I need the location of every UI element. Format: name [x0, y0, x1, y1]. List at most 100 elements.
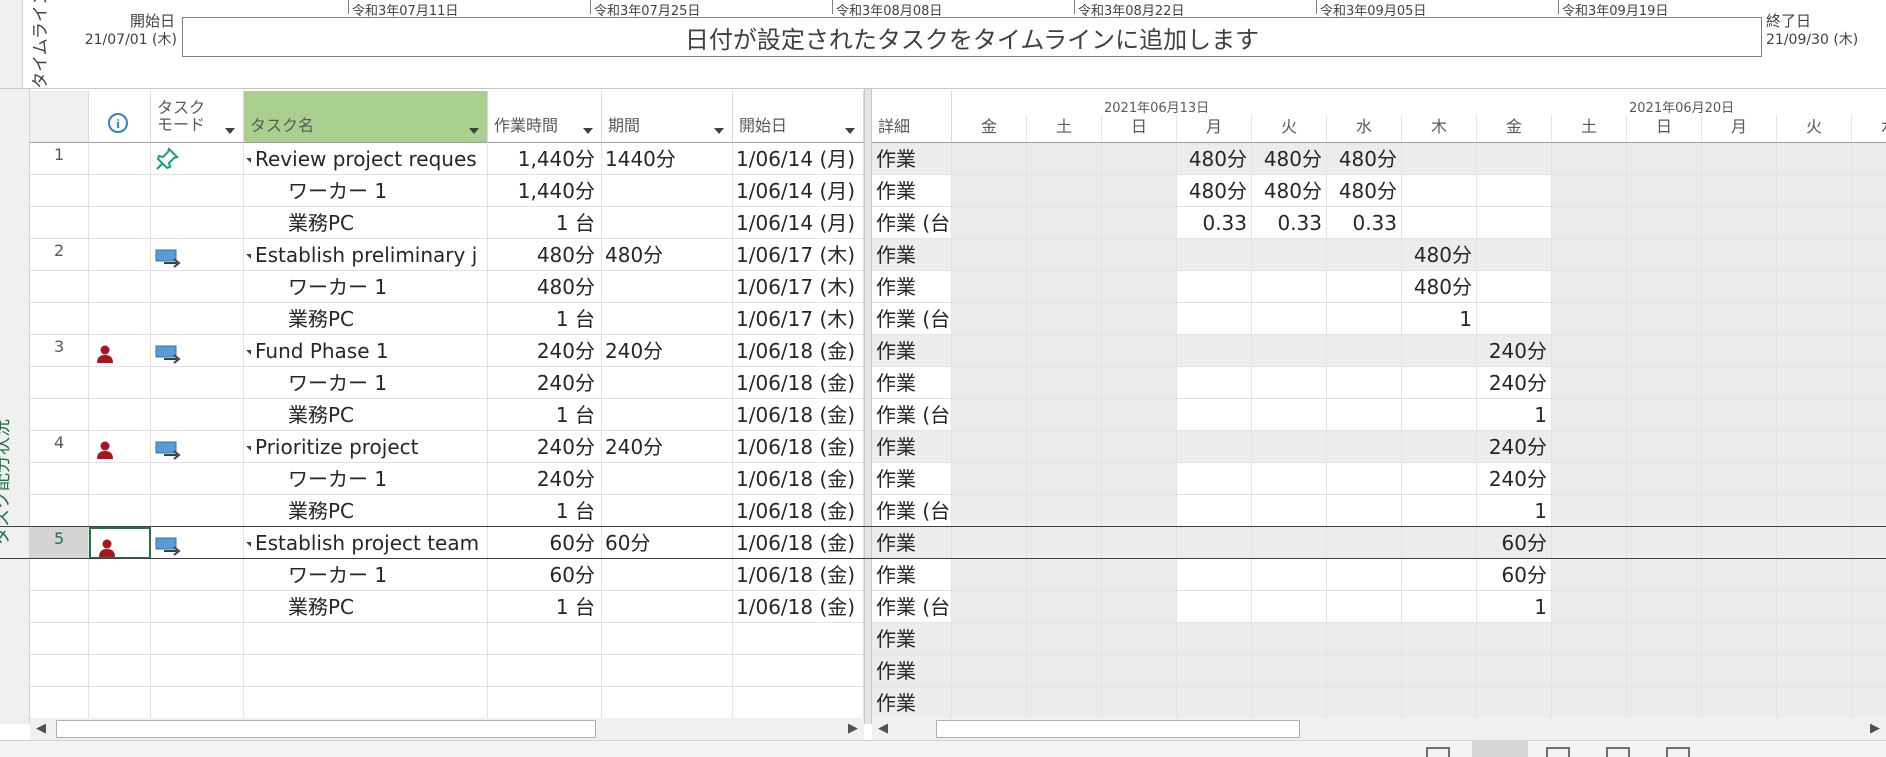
usage-cell[interactable] [1402, 495, 1477, 527]
usage-cell[interactable] [952, 559, 1027, 591]
usage-cell[interactable] [1402, 207, 1477, 239]
usage-cell[interactable] [1552, 143, 1627, 175]
table-row[interactable]: ワーカー 1 60分 1/06/18 (金) 作業 60分 [0, 559, 1886, 591]
usage-cell[interactable] [1552, 175, 1627, 207]
usage-cell[interactable] [1027, 399, 1102, 431]
usage-cell[interactable] [1702, 655, 1777, 687]
start-date-cell[interactable]: 1/06/18 (金) [733, 463, 864, 495]
task-mode-cell[interactable] [151, 495, 244, 527]
task-name-cell[interactable] [244, 623, 488, 655]
usage-cell[interactable] [1252, 687, 1327, 719]
usage-cell[interactable] [1402, 591, 1477, 623]
task-mode-cell[interactable] [151, 303, 244, 335]
table-row[interactable]: 業務PC 1 台 1/06/18 (金) 作業 (台 1 [0, 495, 1886, 527]
usage-cell[interactable] [1402, 399, 1477, 431]
usage-cell[interactable] [952, 431, 1027, 463]
usage-cell[interactable]: 0.33 [1327, 207, 1402, 239]
usage-cell[interactable]: 480分 [1177, 175, 1252, 207]
indicator-cell[interactable] [89, 431, 151, 463]
usage-cell[interactable] [1552, 207, 1627, 239]
usage-cell[interactable] [1177, 655, 1252, 687]
usage-cell[interactable] [1252, 623, 1327, 655]
duration-cell[interactable]: 60分 [602, 527, 733, 559]
usage-cell[interactable] [1777, 399, 1852, 431]
column-header-work[interactable]: 作業時間 [488, 91, 602, 143]
usage-cell[interactable] [1327, 367, 1402, 399]
work-cell[interactable]: 1 台 [488, 591, 602, 623]
usage-cell[interactable] [1102, 399, 1177, 431]
usage-cell[interactable] [1477, 207, 1552, 239]
usage-cell[interactable] [1177, 687, 1252, 719]
usage-cell[interactable] [1252, 527, 1327, 559]
task-name-cell[interactable]: ワーカー 1 [244, 175, 488, 207]
usage-cell[interactable] [952, 271, 1027, 303]
usage-cell[interactable] [1627, 495, 1702, 527]
task-mode-cell[interactable] [151, 623, 244, 655]
usage-cell[interactable] [1852, 175, 1886, 207]
usage-cell[interactable] [1777, 271, 1852, 303]
usage-cell[interactable] [1552, 591, 1627, 623]
usage-cell[interactable] [1177, 271, 1252, 303]
task-mode-cell[interactable] [151, 527, 244, 559]
usage-cell[interactable]: 0.33 [1252, 207, 1327, 239]
usage-cell[interactable] [1402, 623, 1477, 655]
usage-cell[interactable] [1477, 239, 1552, 271]
row-number[interactable] [30, 463, 89, 495]
usage-cell[interactable] [1477, 303, 1552, 335]
task-mode-cell[interactable] [151, 207, 244, 239]
usage-cell[interactable] [1327, 303, 1402, 335]
usage-cell[interactable] [1852, 527, 1886, 559]
task-mode-cell[interactable] [151, 591, 244, 623]
start-date-cell[interactable]: 1/06/18 (金) [733, 367, 864, 399]
usage-cell[interactable]: 60分 [1477, 527, 1552, 559]
start-date-cell[interactable]: 1/06/17 (木) [733, 239, 864, 271]
usage-cell[interactable]: 1 [1477, 495, 1552, 527]
table-row[interactable]: 4 Prioritize project 240分 240分 1/06/18 (金) 作業… [0, 431, 1886, 463]
usage-cell[interactable] [1102, 239, 1177, 271]
work-cell[interactable]: 240分 [488, 463, 602, 495]
usage-cell[interactable] [1102, 623, 1177, 655]
duration-cell[interactable] [602, 559, 733, 591]
usage-cell[interactable] [1852, 591, 1886, 623]
table-row[interactable]: 3 Fund Phase 1 240分 240分 1/06/18 (金) 作業 240分 [0, 335, 1886, 367]
work-cell[interactable]: 1 台 [488, 495, 602, 527]
duration-cell[interactable] [602, 655, 733, 687]
row-number[interactable]: 4 [30, 431, 89, 463]
usage-cell[interactable] [1027, 239, 1102, 271]
usage-cell[interactable] [1477, 687, 1552, 719]
row-number[interactable] [30, 399, 89, 431]
usage-cell[interactable] [1552, 687, 1627, 719]
usage-cell[interactable] [1027, 559, 1102, 591]
usage-cell[interactable] [1402, 559, 1477, 591]
usage-cell[interactable] [952, 367, 1027, 399]
usage-cell[interactable] [1402, 687, 1477, 719]
work-cell[interactable]: 240分 [488, 367, 602, 399]
duration-cell[interactable] [602, 687, 733, 719]
scroll-left-icon[interactable]: ◀ [872, 718, 894, 740]
usage-cell[interactable] [1027, 367, 1102, 399]
usage-cell[interactable] [1327, 527, 1402, 559]
usage-cell[interactable] [1027, 463, 1102, 495]
usage-cell[interactable] [1627, 239, 1702, 271]
usage-cell[interactable] [1852, 623, 1886, 655]
start-date-cell[interactable]: 1/06/18 (金) [733, 399, 864, 431]
start-date-cell[interactable]: 1/06/18 (金) [733, 495, 864, 527]
usage-cell[interactable] [1852, 271, 1886, 303]
usage-cell[interactable] [1027, 495, 1102, 527]
usage-cell[interactable] [1402, 463, 1477, 495]
column-header-info[interactable]: i [89, 91, 151, 143]
table-row[interactable]: 業務PC 1 台 1/06/17 (木) 作業 (台 1 [0, 303, 1886, 335]
indicator-cell[interactable] [89, 175, 151, 207]
usage-cell[interactable]: 1 [1477, 399, 1552, 431]
work-cell[interactable]: 240分 [488, 431, 602, 463]
usage-cell[interactable] [1627, 655, 1702, 687]
usage-cell[interactable] [1327, 463, 1402, 495]
usage-cell[interactable] [1327, 399, 1402, 431]
task-mode-cell[interactable] [151, 271, 244, 303]
start-date-cell[interactable] [733, 687, 864, 719]
row-number[interactable] [30, 207, 89, 239]
work-cell[interactable]: 480分 [488, 239, 602, 271]
work-cell[interactable]: 480分 [488, 271, 602, 303]
usage-cell[interactable] [1177, 495, 1252, 527]
row-number[interactable]: 1 [30, 143, 89, 175]
